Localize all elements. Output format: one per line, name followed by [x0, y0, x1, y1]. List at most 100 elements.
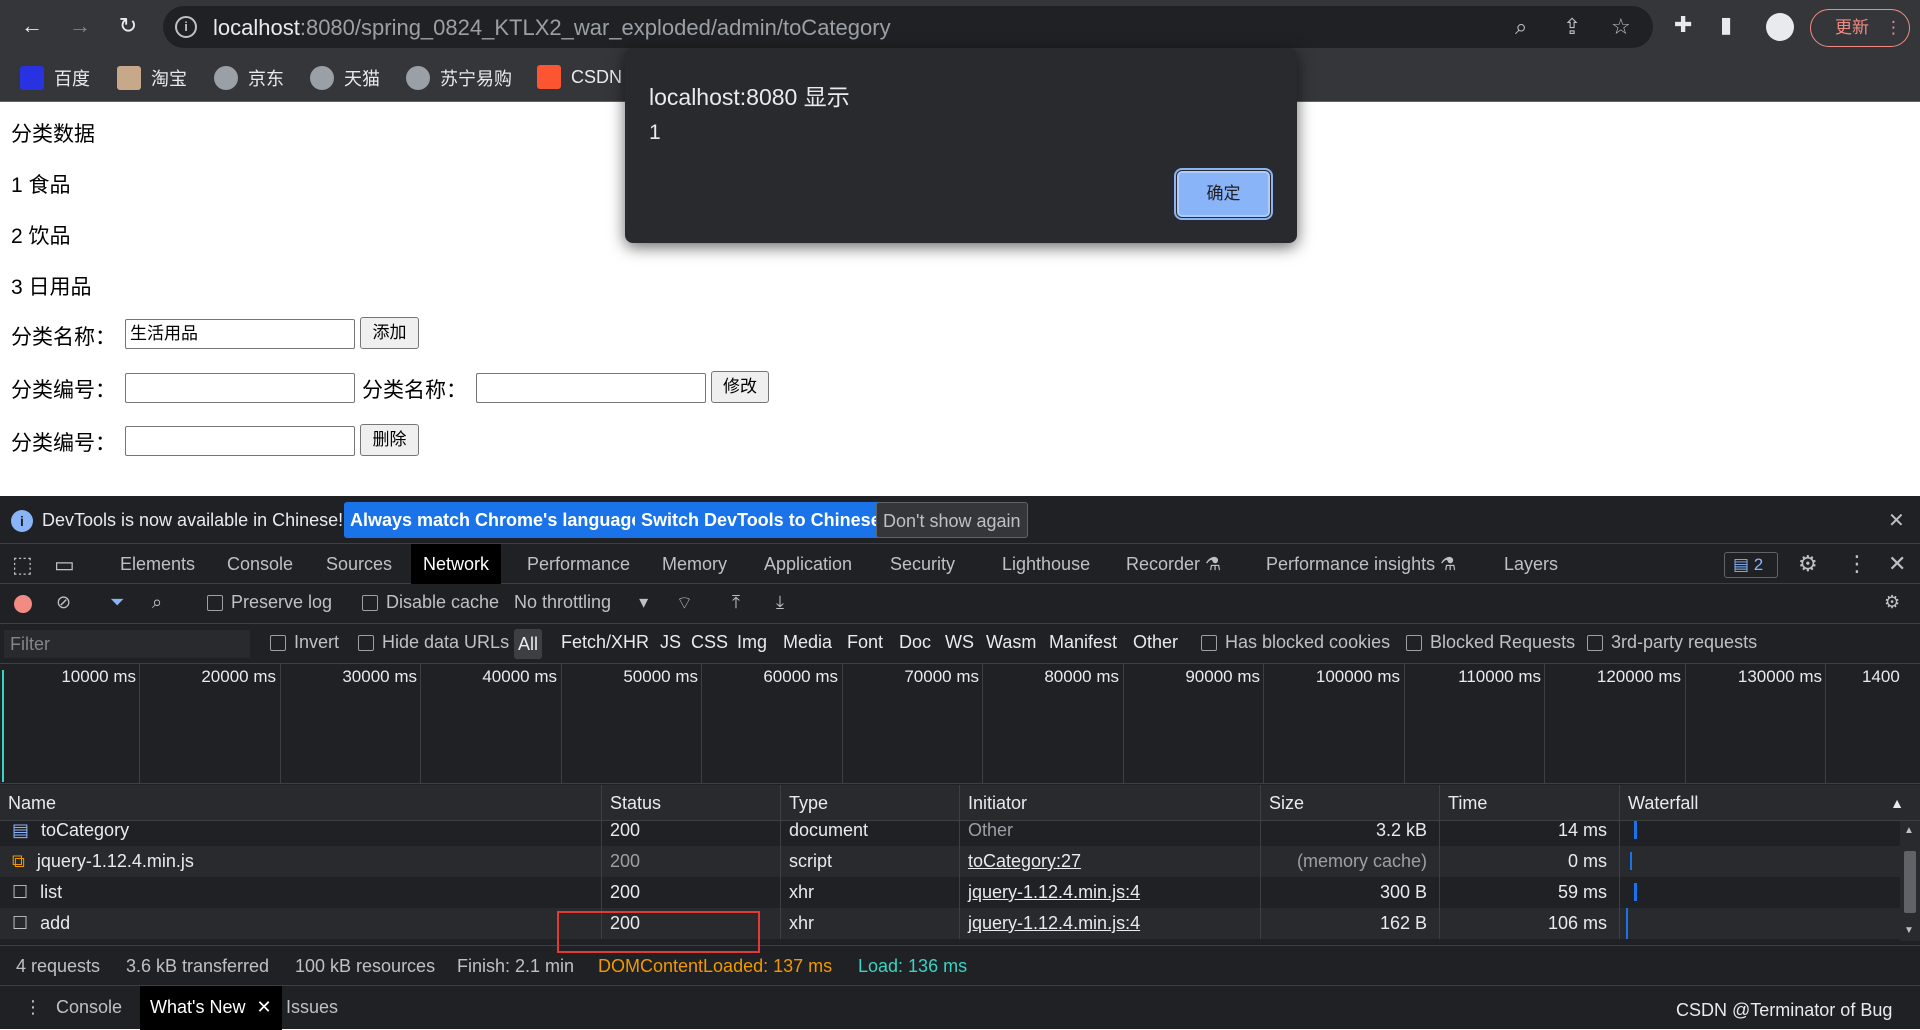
back-icon[interactable]: ←: [16, 10, 48, 42]
request-name[interactable]: ⧉ jquery-1.12.4.min.js: [0, 846, 602, 877]
tab-console[interactable]: Console: [215, 544, 305, 584]
scroll-up-icon[interactable]: ▲: [1904, 825, 1914, 836]
switch-chinese-button[interactable]: Switch DevTools to Chinese: [635, 502, 887, 538]
clear-icon[interactable]: ⊘: [56, 592, 71, 613]
request-initiator-link[interactable]: jquery-1.12.4.min.js:4: [960, 908, 1261, 939]
match-language-button[interactable]: Always match Chrome's language: [344, 502, 648, 538]
settings-icon[interactable]: ⚙: [1798, 551, 1818, 577]
more-icon[interactable]: ⋮: [1846, 551, 1868, 577]
device-toolbar-icon[interactable]: ▭: [54, 552, 75, 578]
import-har-icon[interactable]: ⤒: [732, 592, 740, 613]
add-button[interactable]: 添加: [360, 317, 419, 349]
column-status[interactable]: Status: [602, 785, 781, 821]
request-initiator-link[interactable]: jquery-1.12.4.min.js:4: [960, 877, 1261, 908]
bookmark-baidu[interactable]: 百度: [20, 65, 90, 91]
request-name[interactable]: ☐ list: [0, 877, 602, 908]
drawer-tab-console[interactable]: Console: [46, 986, 132, 1030]
drawer-tab-whats-new[interactable]: What's New ✕: [140, 986, 282, 1030]
bookmark-jd[interactable]: 京东: [214, 65, 284, 91]
forward-icon[interactable]: →: [64, 10, 96, 42]
bookmark-suning[interactable]: 苏宁易购: [406, 65, 512, 91]
drawer-tab-issues[interactable]: Issues: [276, 986, 348, 1030]
table-row[interactable]: ⧉ jquery-1.12.4.min.js 200 script toCateg…: [0, 846, 1900, 877]
checkbox[interactable]: [1201, 634, 1217, 651]
throttling-select[interactable]: No throttling ▾: [514, 592, 648, 613]
url-text[interactable]: localhost:8080/spring_0824_KTLX2_war_exp…: [213, 15, 891, 41]
tab-lighthouse[interactable]: Lighthouse: [990, 544, 1102, 584]
filter-type-xhr[interactable]: Fetch/XHR: [561, 632, 649, 653]
disable-cache-toggle[interactable]: Disable cache: [362, 592, 499, 613]
record-icon[interactable]: [14, 595, 32, 613]
inspect-icon[interactable]: ⬚: [12, 552, 33, 578]
filter-type-other[interactable]: Other: [1133, 632, 1178, 653]
filter-icon[interactable]: ⏷: [110, 592, 124, 613]
network-overview[interactable]: 10000 ms 20000 ms 30000 ms 40000 ms 5000…: [0, 664, 1920, 784]
hide-data-urls-toggle[interactable]: Hide data URLs: [358, 632, 509, 653]
column-waterfall[interactable]: Waterfall ▲: [1620, 785, 1920, 821]
update-button[interactable]: 更新 ⋮: [1810, 9, 1910, 47]
filter-type-font[interactable]: Font: [847, 632, 883, 653]
star-icon[interactable]: ☆: [1611, 14, 1631, 40]
extensions-icon[interactable]: ✚: [1674, 12, 1692, 38]
tab-memory[interactable]: Memory: [650, 544, 739, 584]
dont-show-again-button[interactable]: Don't show again: [876, 502, 1028, 538]
preserve-log-toggle[interactable]: Preserve log: [207, 592, 332, 613]
checkbox[interactable]: [1587, 634, 1603, 651]
tab-layers[interactable]: Layers: [1492, 544, 1570, 584]
zoom-icon[interactable]: ⌕: [1515, 14, 1527, 40]
filter-type-wasm[interactable]: Wasm: [986, 632, 1036, 653]
network-settings-icon[interactable]: ⚙: [1884, 592, 1900, 613]
network-conditions-icon[interactable]: ⌔: [676, 592, 693, 615]
tab-sources[interactable]: Sources: [314, 544, 404, 584]
tab-performance[interactable]: Performance: [515, 544, 642, 584]
tab-application[interactable]: Application: [752, 544, 864, 584]
request-name[interactable]: ▤ toCategory: [0, 821, 602, 846]
tab-performance-insights[interactable]: Performance insights ⚗: [1254, 544, 1468, 584]
filter-input[interactable]: Filter: [4, 630, 250, 658]
delete-id-input[interactable]: [125, 426, 355, 456]
reload-icon[interactable]: ↻: [112, 10, 144, 42]
column-initiator[interactable]: Initiator: [960, 785, 1261, 821]
add-name-input[interactable]: 生活用品: [125, 319, 355, 349]
third-party-toggle[interactable]: 3rd-party requests: [1587, 632, 1757, 653]
request-name[interactable]: ☐ add: [0, 908, 602, 939]
update-name-input[interactable]: [476, 373, 706, 403]
bookmark-tmall[interactable]: 天猫: [310, 65, 380, 91]
blocked-cookies-toggle[interactable]: Has blocked cookies: [1201, 632, 1390, 653]
tab-recorder[interactable]: Recorder ⚗: [1114, 544, 1233, 584]
table-row[interactable]: ☐ list 200 xhr jquery-1.12.4.min.js:4 300…: [0, 877, 1900, 908]
update-id-input[interactable]: [125, 373, 355, 403]
filter-type-media[interactable]: Media: [783, 632, 832, 653]
filter-type-js[interactable]: JS: [660, 632, 681, 653]
scrollbar-thumb[interactable]: [1904, 851, 1916, 913]
bookmark-csdn[interactable]: CSDN: [537, 65, 622, 89]
address-bar[interactable]: i localhost:8080/spring_0824_KTLX2_war_e…: [163, 6, 1653, 48]
checkbox[interactable]: [362, 594, 378, 611]
invert-toggle[interactable]: Invert: [270, 632, 339, 653]
table-scrollbar[interactable]: ▲ ▼: [1900, 821, 1920, 941]
search-icon[interactable]: ⌕: [152, 592, 162, 613]
close-icon[interactable]: ✕: [1888, 508, 1905, 533]
filter-type-manifest[interactable]: Manifest: [1049, 632, 1117, 653]
bookmark-taobao[interactable]: 淘宝: [117, 65, 187, 91]
checkbox[interactable]: [207, 594, 223, 611]
column-type[interactable]: Type: [781, 785, 960, 821]
share-icon[interactable]: ⇪: [1563, 14, 1581, 40]
delete-button[interactable]: 删除: [360, 424, 419, 456]
column-size[interactable]: Size: [1261, 785, 1440, 821]
filter-type-all[interactable]: All: [514, 629, 543, 659]
site-info-icon[interactable]: i: [175, 16, 197, 38]
request-initiator-link[interactable]: toCategory:27: [960, 846, 1261, 877]
scroll-down-icon[interactable]: ▼: [1904, 925, 1914, 936]
close-icon[interactable]: ✕: [256, 997, 271, 1017]
table-row[interactable]: ☐ add 200 xhr jquery-1.12.4.min.js:4 162 …: [0, 908, 1900, 939]
tab-security[interactable]: Security: [878, 544, 967, 584]
filter-type-doc[interactable]: Doc: [899, 632, 931, 653]
update-button[interactable]: 修改: [711, 371, 769, 403]
close-devtools-icon[interactable]: ✕: [1888, 551, 1906, 577]
issues-badge[interactable]: ▤ 2: [1724, 552, 1778, 578]
export-har-icon[interactable]: ⤓: [776, 592, 784, 613]
tab-elements[interactable]: Elements: [108, 544, 207, 584]
filter-type-img[interactable]: Img: [737, 632, 767, 653]
checkbox[interactable]: [1406, 634, 1422, 651]
